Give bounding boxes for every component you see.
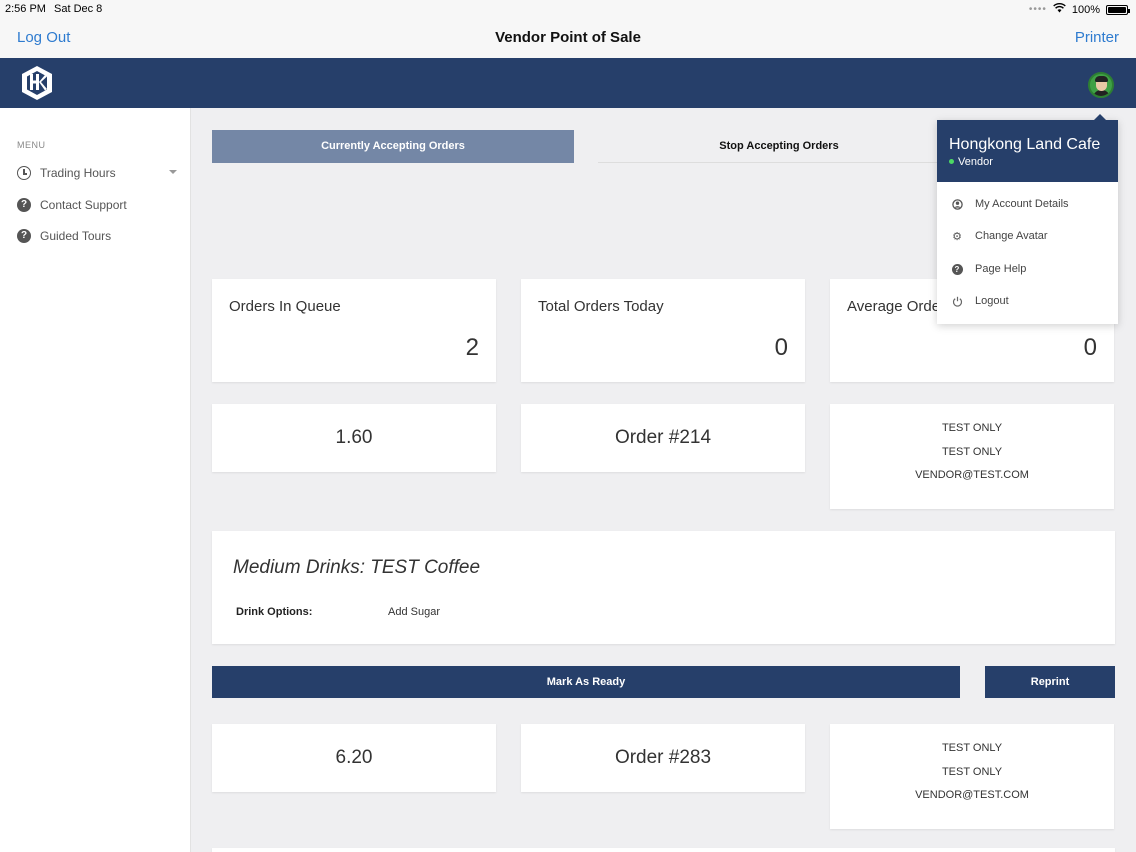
question-icon: ? <box>951 263 963 275</box>
stat-value: 0 <box>774 334 788 361</box>
order-number-card: Order #214 <box>521 404 805 472</box>
clock-icon <box>17 166 31 180</box>
dropdown-header: Hongkong Land Cafe Vendor <box>937 120 1118 182</box>
order-amount-card: 1.60 <box>212 404 496 472</box>
stat-card-orders-in-queue: Orders In Queue 2 <box>212 279 496 382</box>
order-customer-card: TEST ONLY TEST ONLY VENDOR@TEST.COM <box>830 404 1114 509</box>
customer-line: TEST ONLY <box>941 445 1003 458</box>
menu-title: MENU <box>17 140 46 150</box>
status-time: 2:56 PM <box>5 3 46 15</box>
wifi-icon <box>1053 3 1066 16</box>
sidebar-item-contact-support[interactable]: ? Contact Support <box>17 196 177 214</box>
order-number: Order #283 <box>614 747 712 768</box>
reprint-button[interactable]: Reprint <box>985 666 1115 698</box>
sidebar: MENU Trading Hours ? Contact Support ? G… <box>0 108 191 852</box>
customer-line: TEST ONLY <box>941 742 1003 754</box>
customer-line: TEST ONLY <box>941 422 1003 434</box>
order-amount: 6.20 <box>335 747 373 768</box>
printer-link[interactable]: Printer <box>1075 29 1119 46</box>
order-item-title: Medium Drinks: TEST Coffee <box>233 557 481 578</box>
menu-item-label: Page Help <box>975 263 1027 275</box>
battery-percent: 100% <box>1071 3 1100 16</box>
menu-item-logout[interactable]: Logout <box>951 293 1111 309</box>
app-header <box>0 58 1136 108</box>
sidebar-item-trading-hours[interactable]: Trading Hours <box>17 164 177 182</box>
user-avatar[interactable] <box>1088 72 1114 98</box>
menu-item-label: Logout <box>975 295 1009 307</box>
customer-email: VENDOR@TEST.COM <box>915 469 1029 481</box>
sidebar-item-label: Trading Hours <box>40 166 116 180</box>
question-icon: ? <box>17 229 31 243</box>
currently-accepting-button[interactable]: Currently Accepting Orders <box>212 130 574 163</box>
online-status-dot <box>949 159 954 164</box>
vendor-name: Hongkong Land Cafe <box>949 136 1101 153</box>
sidebar-item-guided-tours[interactable]: ? Guided Tours <box>17 227 177 245</box>
order-customer-card: TEST ONLY TEST ONLY VENDOR@TEST.COM <box>830 724 1114 829</box>
status-date: Sat Dec 8 <box>54 3 103 15</box>
order-number-card: Order #283 <box>521 724 805 792</box>
gear-icon: ⚙ <box>952 230 962 243</box>
menu-item-account-details[interactable]: My Account Details <box>951 196 1111 212</box>
hk-logo-icon[interactable] <box>19 64 55 102</box>
customer-info: TEST ONLY TEST ONLY VENDOR@TEST.COM <box>830 422 1114 493</box>
page-title: Vendor Point of Sale <box>495 29 641 46</box>
stat-label: Orders In Queue <box>229 298 341 315</box>
sidebar-item-label: Guided Tours <box>40 229 112 243</box>
menu-item-label: My Account Details <box>975 198 1069 210</box>
battery-icon <box>1106 4 1130 15</box>
stat-label: Average Orde <box>847 298 941 315</box>
menu-item-page-help[interactable]: ? Page Help <box>951 261 1111 277</box>
status-bar: 2:56 PM Sat Dec 8 •••• 100% <box>0 0 1136 18</box>
sidebar-item-label: Contact Support <box>40 198 127 212</box>
order-item-card: Medium Drinks: TEST Coffee Drink Options… <box>212 531 1115 644</box>
menu-item-label: Change Avatar <box>975 230 1048 242</box>
order-amount-card: 6.20 <box>212 724 496 792</box>
vendor-role: Vendor <box>958 156 993 168</box>
question-icon: ? <box>17 198 31 212</box>
order-number: Order #214 <box>614 427 712 448</box>
avatar-hair <box>1095 76 1108 82</box>
option-value: Add Sugar <box>388 606 440 618</box>
status-right: •••• 100% <box>1028 3 1130 16</box>
option-label: Drink Options: <box>236 606 313 618</box>
account-dropdown: Hongkong Land Cafe Vendor My Account Det… <box>937 114 1118 324</box>
customer-email: VENDOR@TEST.COM <box>915 789 1029 801</box>
account-icon <box>951 198 963 210</box>
stat-card-total-orders: Total Orders Today 0 <box>521 279 805 382</box>
nav-bar: Log Out Vendor Point of Sale Printer <box>0 18 1136 58</box>
stat-value: 2 <box>465 334 479 361</box>
customer-line: TEST ONLY <box>941 765 1003 778</box>
mark-as-ready-button[interactable]: Mark As Ready <box>212 666 960 698</box>
power-icon <box>951 295 963 307</box>
order-item-card <box>212 848 1115 852</box>
caret-down-icon <box>169 170 177 174</box>
stat-value: 0 <box>1083 334 1097 361</box>
signal-dots-icon: •••• <box>1028 4 1047 15</box>
menu-item-change-avatar[interactable]: ⚙ Change Avatar <box>951 228 1111 244</box>
customer-info: TEST ONLY TEST ONLY VENDOR@TEST.COM <box>830 742 1114 813</box>
stop-accepting-button[interactable]: Stop Accepting Orders <box>598 130 960 163</box>
order-amount: 1.60 <box>335 427 373 448</box>
stat-label: Total Orders Today <box>538 298 664 315</box>
